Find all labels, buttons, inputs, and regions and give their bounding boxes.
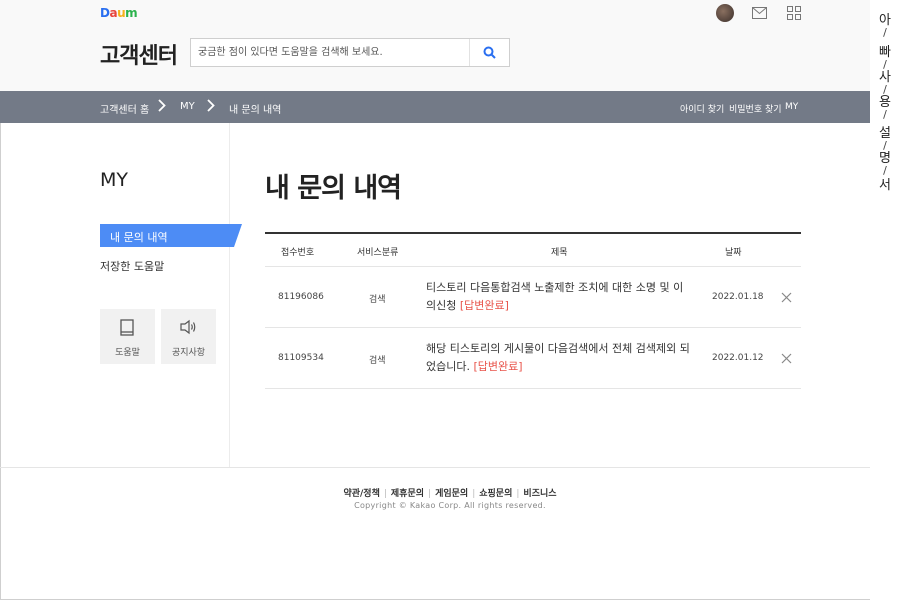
footer-link-partnership[interactable]: 제휴문의 bbox=[391, 489, 424, 499]
delete-icon[interactable] bbox=[781, 353, 792, 364]
footer-separator: | bbox=[428, 489, 432, 499]
footer-separator: | bbox=[516, 489, 520, 499]
row-date: 2022.01.12 bbox=[712, 353, 764, 363]
footer-separator: | bbox=[472, 489, 476, 499]
logo-letter-d: D bbox=[100, 6, 110, 20]
footer-links: 약관/정책 | 제휴문의 | 게임문의 | 쇼핑문의 | 비즈니스 bbox=[0, 486, 900, 499]
logo-letter-u: u bbox=[117, 6, 126, 20]
side-char: 서 bbox=[879, 178, 891, 193]
footer-separator: | bbox=[383, 489, 387, 499]
avatar[interactable] bbox=[716, 4, 734, 22]
help-label: 도움말 bbox=[115, 348, 140, 358]
column-header-title: 제목 bbox=[551, 248, 568, 258]
notice-label: 공지사항 bbox=[171, 348, 206, 358]
sidebar-item-saved-help[interactable]: 저장한 도움말 bbox=[100, 258, 164, 274]
row-date: 2022.01.18 bbox=[712, 292, 764, 302]
footer-link-terms[interactable]: 약관/정책 bbox=[343, 489, 379, 499]
row-title-text: 해당 티스토리의 게시물이 다음검색에서 전체 검색제외 되었습니다. bbox=[426, 342, 690, 373]
row-id: 81109534 bbox=[278, 353, 324, 363]
book-icon bbox=[120, 319, 134, 336]
breadcrumb-bar: 고객센터 홈 MY 내 문의 내역 아이디 찾기 비밀번호 찾기 MY bbox=[0, 91, 870, 123]
find-password-link[interactable]: 비밀번호 찾기 bbox=[729, 102, 782, 115]
logo-letter-m: m bbox=[125, 6, 138, 20]
row-status: [답변완료] bbox=[459, 299, 509, 312]
row-status: [답변완료] bbox=[473, 360, 523, 373]
footer-link-shopping[interactable]: 쇼핑문의 bbox=[479, 489, 512, 499]
row-category: 검색 bbox=[369, 295, 386, 305]
mail-icon[interactable] bbox=[752, 7, 767, 19]
header: Daum 고객센터 bbox=[0, 0, 870, 91]
apps-icon[interactable] bbox=[787, 6, 801, 20]
page-title: 내 문의 내역 bbox=[265, 173, 402, 204]
chevron-right-icon bbox=[207, 99, 215, 112]
chevron-right-icon bbox=[158, 99, 166, 112]
footer-link-business[interactable]: 비즈니스 bbox=[523, 489, 556, 499]
vertical-side-text: 아 / 빠 / 사 / 용 / 설 / 명 / 서 bbox=[870, 0, 900, 600]
column-header-category: 서비스분류 bbox=[357, 248, 399, 258]
search-button[interactable] bbox=[469, 39, 509, 66]
search-box bbox=[190, 38, 510, 67]
my-link[interactable]: MY bbox=[785, 102, 798, 112]
breadcrumb-my[interactable]: MY bbox=[180, 101, 195, 112]
footer-link-game[interactable]: 게임문의 bbox=[435, 489, 468, 499]
logo-letter-a: a bbox=[109, 6, 118, 20]
row-title[interactable]: 해당 티스토리의 게시물이 다음검색에서 전체 검색제외 되었습니다. [답변완… bbox=[426, 340, 691, 376]
column-header-date: 날짜 bbox=[725, 248, 742, 258]
daum-logo[interactable]: Daum bbox=[100, 6, 138, 20]
site-title[interactable]: 고객센터 bbox=[100, 38, 178, 70]
notice-button[interactable]: 공지사항 bbox=[161, 309, 216, 364]
find-id-link[interactable]: 아이디 찾기 bbox=[680, 102, 724, 115]
table-header: 접수번호 서비스분류 제목 날짜 bbox=[265, 232, 801, 267]
search-icon bbox=[483, 46, 496, 59]
column-header-id: 접수번호 bbox=[281, 248, 315, 258]
table-row[interactable]: 81109534 검색 해당 티스토리의 게시물이 다음검색에서 전체 검색제외… bbox=[265, 328, 801, 389]
copyright: Copyright © Kakao Corp. All rights reser… bbox=[354, 501, 546, 510]
footer-divider bbox=[0, 467, 870, 468]
row-title[interactable]: 티스토리 다음통합검색 노출제한 조치에 대한 소명 및 이의신청 [답변완료] bbox=[426, 279, 691, 315]
side-sep: / bbox=[883, 108, 887, 121]
sidebar-item-my-inquiries[interactable]: 내 문의 내역 bbox=[100, 224, 242, 247]
help-button[interactable]: 도움말 bbox=[100, 309, 155, 364]
table-row[interactable]: 81196086 검색 티스토리 다음통합검색 노출제한 조치에 대한 소명 및… bbox=[265, 267, 801, 328]
side-sep: / bbox=[883, 26, 887, 39]
sidebar-title: MY bbox=[100, 169, 128, 191]
row-category: 검색 bbox=[369, 356, 386, 366]
search-input[interactable] bbox=[191, 39, 471, 66]
delete-icon[interactable] bbox=[781, 292, 792, 303]
sidebar-item-label: 내 문의 내역 bbox=[110, 231, 168, 244]
breadcrumb-current: 내 문의 내역 bbox=[229, 105, 282, 116]
breadcrumb-home[interactable]: 고객센터 홈 bbox=[100, 101, 149, 116]
speaker-icon bbox=[180, 319, 196, 335]
sidebar-divider bbox=[229, 123, 230, 468]
row-id: 81196086 bbox=[278, 292, 324, 302]
